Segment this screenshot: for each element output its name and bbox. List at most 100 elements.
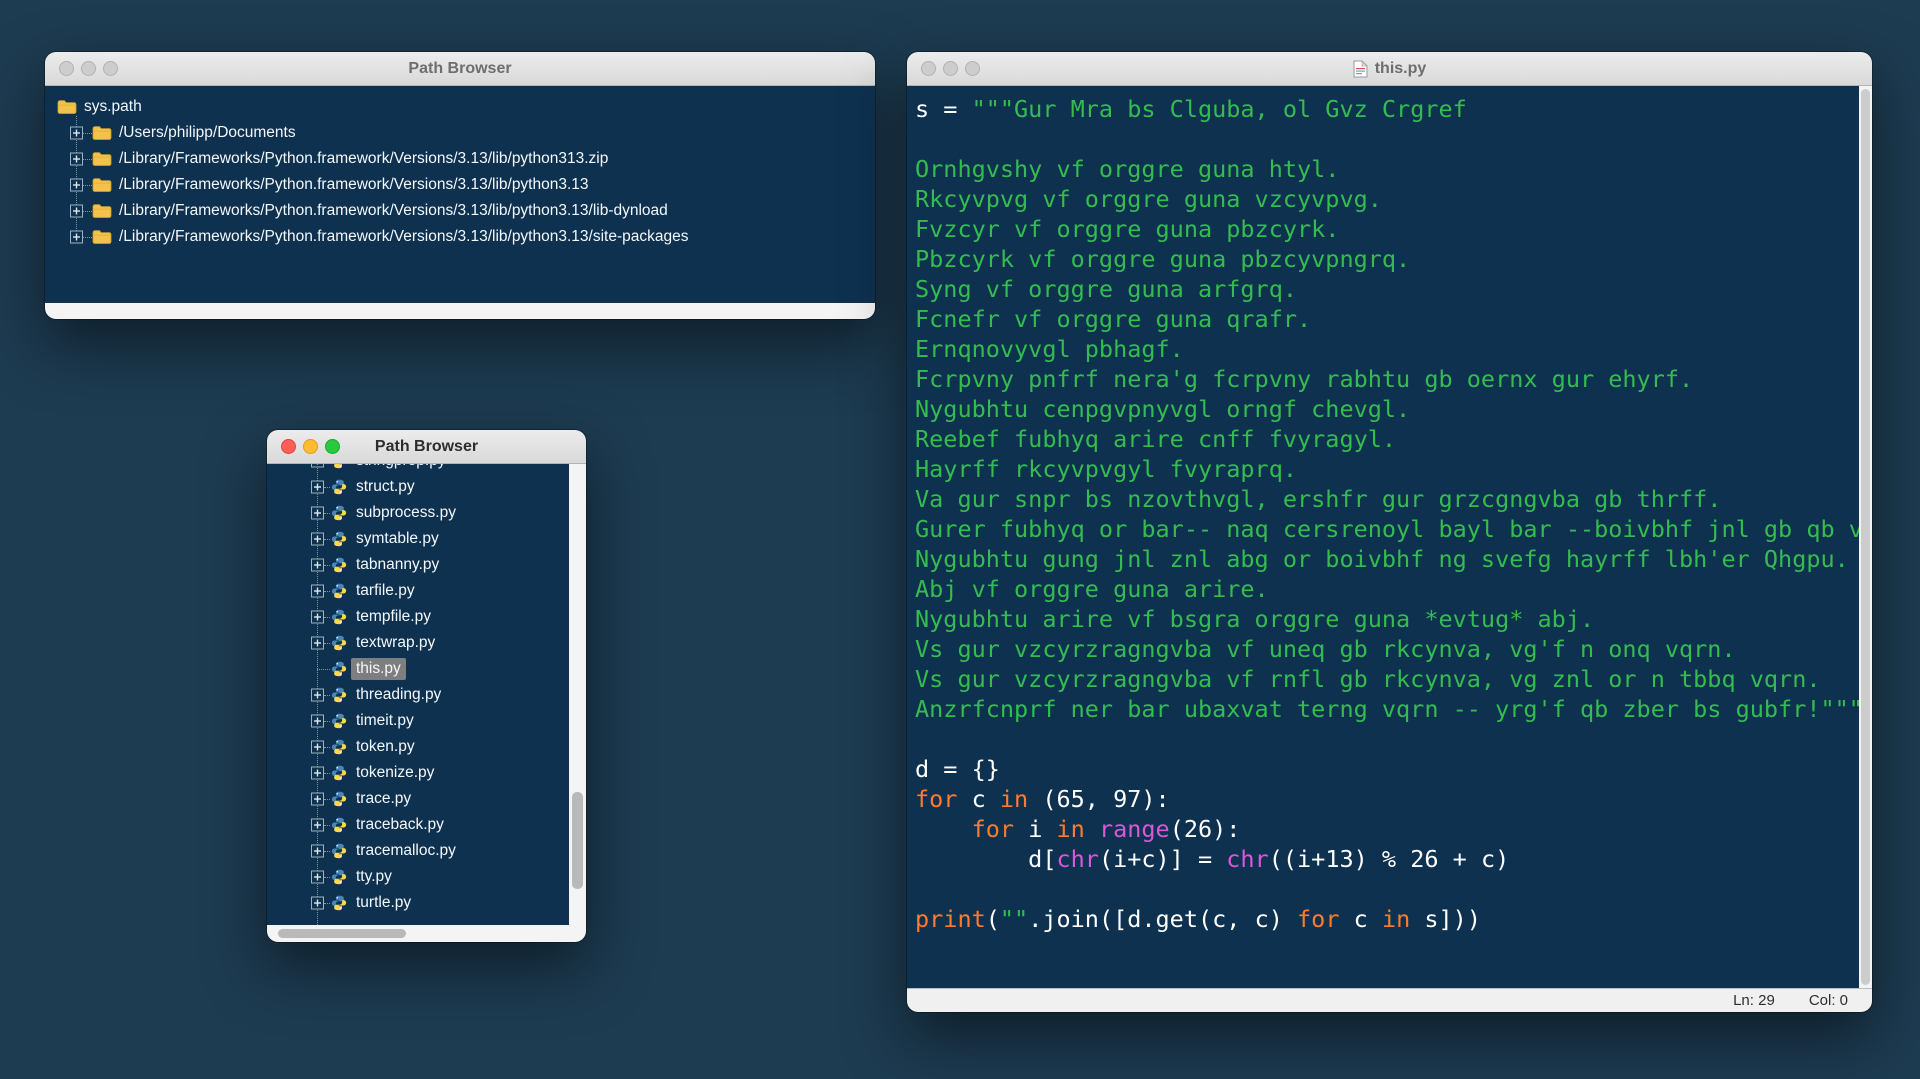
code-line[interactable]: Vs gur vzcyrzragngvba vf uneq gb rkcynva… (915, 634, 1859, 664)
tree-item[interactable]: this.py (267, 656, 569, 682)
code-editor[interactable]: s = """Gur Mra bs Clguba, ol Gvz Crgref O… (907, 86, 1859, 988)
code-line[interactable]: d[chr(i+c)] = chr((i+13) % 26 + c) (915, 844, 1859, 874)
tree-item[interactable]: turtle.py (267, 890, 569, 916)
close-button[interactable] (281, 439, 296, 454)
code-line[interactable]: Nygubhtu cenpgvpnyvgl orngf chevgl. (915, 394, 1859, 424)
code-line[interactable]: Syng vf orggre guna arfgrq. (915, 274, 1859, 304)
expand-box-icon[interactable] (311, 897, 324, 910)
tree-item[interactable]: threading.py (267, 682, 569, 708)
code-line[interactable]: Vs gur vzcyrzragngvba vf rnfl gb rkcynva… (915, 664, 1859, 694)
tree-item[interactable]: tarfile.py (267, 578, 569, 604)
python-file-icon (331, 843, 347, 859)
scrollbar-thumb[interactable] (278, 929, 406, 938)
close-button[interactable] (921, 61, 936, 76)
zoom-button[interactable] (103, 61, 118, 76)
expand-box-icon[interactable] (311, 559, 324, 572)
code-line[interactable] (915, 724, 1859, 754)
tree-item[interactable]: tokenize.py (267, 760, 569, 786)
titlebar[interactable]: Path Browser (267, 430, 586, 464)
code-line[interactable] (915, 874, 1859, 904)
expand-box-icon[interactable] (311, 464, 324, 468)
tree-item[interactable]: /Library/Frameworks/Python.framework/Ver… (45, 146, 875, 172)
titlebar[interactable]: this.py (907, 52, 1872, 86)
code-line[interactable]: Ornhgvshy vf orggre guna htyl. (915, 154, 1859, 184)
tree-item[interactable]: /Library/Frameworks/Python.framework/Ver… (45, 172, 875, 198)
tree-item[interactable]: /Users/philipp/Documents (45, 120, 875, 146)
code-line[interactable]: Fvzcyr vf orggre guna pbzcyrk. (915, 214, 1859, 244)
code-line[interactable]: Anzrfcnprf ner bar ubaxvat terng vqrn --… (915, 694, 1859, 724)
tree-item[interactable]: textwrap.py (267, 630, 569, 656)
tree-item[interactable]: symtable.py (267, 526, 569, 552)
minimize-button[interactable] (943, 61, 958, 76)
code-line[interactable]: d = {} (915, 754, 1859, 784)
expand-box-icon[interactable] (70, 127, 83, 140)
python-file-icon (331, 765, 347, 781)
tree-item[interactable]: traceback.py (267, 812, 569, 838)
tree-item[interactable]: struct.py (267, 474, 569, 500)
tree-connector (83, 185, 92, 186)
tree-item[interactable]: timeit.py (267, 708, 569, 734)
code-line[interactable]: Pbzcyrk vf orggre guna pbzcyvpngrq. (915, 244, 1859, 274)
expand-box-icon[interactable] (311, 611, 324, 624)
minimize-button[interactable] (81, 61, 96, 76)
expand-box-icon[interactable] (311, 793, 324, 806)
scrollbar-thumb[interactable] (1861, 89, 1870, 985)
code-line[interactable]: Ernqnovyvgl pbhagf. (915, 334, 1859, 364)
zoom-button[interactable] (965, 61, 980, 76)
scrollbar-thumb[interactable] (572, 792, 583, 889)
code-line[interactable]: for i in range(26): (915, 814, 1859, 844)
code-line[interactable]: print("".join([d.get(c, c) for c in s])) (915, 904, 1859, 934)
tree-item[interactable]: tempfile.py (267, 604, 569, 630)
code-line[interactable]: Fcnefr vf orggre guna qrafr. (915, 304, 1859, 334)
code-line[interactable]: Nygubhtu arire vf bsgra orggre guna *evt… (915, 604, 1859, 634)
code-line[interactable]: Nygubhtu gung jnl znl abg or boivbhf ng … (915, 544, 1859, 574)
close-button[interactable] (59, 61, 74, 76)
tree-item[interactable]: /Library/Frameworks/Python.framework/Ver… (45, 224, 875, 250)
expand-box-icon[interactable] (311, 819, 324, 832)
tree-item[interactable]: trace.py (267, 786, 569, 812)
titlebar[interactable]: Path Browser (45, 52, 875, 86)
window-content: s = """Gur Mra bs Clguba, ol Gvz Crgref O… (907, 86, 1872, 1012)
expand-box-icon[interactable] (311, 481, 324, 494)
code-line[interactable]: Reebef fubhyq arire cnff fvyragyl. (915, 424, 1859, 454)
expand-box-icon[interactable] (70, 179, 83, 192)
zoom-button[interactable] (325, 439, 340, 454)
tree-item[interactable]: tabnanny.py (267, 552, 569, 578)
horizontal-scrollbar[interactable] (267, 925, 586, 942)
vertical-scrollbar[interactable] (569, 464, 586, 925)
tree-item[interactable]: token.py (267, 734, 569, 760)
expand-box-icon[interactable] (311, 689, 324, 702)
expand-box-icon[interactable] (70, 205, 83, 218)
code-line[interactable]: Fcrpvny pnfrf nera'g fcrpvny rabhtu gb o… (915, 364, 1859, 394)
minimize-button[interactable] (303, 439, 318, 454)
tree-item[interactable]: subprocess.py (267, 500, 569, 526)
expand-box-icon[interactable] (311, 507, 324, 520)
expand-box-icon[interactable] (311, 637, 324, 650)
code-line[interactable]: Rkcyvpvg vf orggre guna vzcyvpvg. (915, 184, 1859, 214)
code-line[interactable]: for c in (65, 97): (915, 784, 1859, 814)
expand-box-icon[interactable] (311, 871, 324, 884)
code-line[interactable]: Abj vf orggre guna arire. (915, 574, 1859, 604)
horizontal-scrollbar[interactable] (45, 303, 875, 319)
expand-box-icon[interactable] (70, 153, 83, 166)
tree-item-label: trace.py (351, 788, 416, 810)
code-line[interactable]: Va gur snpr bs nzovthvgl, ershfr gur grz… (915, 484, 1859, 514)
tree-item[interactable]: stringprep.py (267, 464, 569, 474)
expand-box-icon[interactable] (311, 741, 324, 754)
vertical-scrollbar[interactable] (1859, 86, 1872, 988)
code-line[interactable]: Gurer fubhyq or bar-- naq cersrenoyl bay… (915, 514, 1859, 544)
expand-box-icon[interactable] (311, 533, 324, 546)
code-line[interactable]: Hayrff rkcyvpvgyl fvyraprq. (915, 454, 1859, 484)
expand-box-icon[interactable] (311, 585, 324, 598)
code-line[interactable] (915, 124, 1859, 154)
expand-box-icon[interactable] (311, 767, 324, 780)
folder-icon (92, 204, 112, 219)
tree-item[interactable]: /Library/Frameworks/Python.framework/Ver… (45, 198, 875, 224)
tree-item[interactable]: tty.py (267, 864, 569, 890)
tree-item[interactable]: tracemalloc.py (267, 838, 569, 864)
expand-box-icon[interactable] (311, 715, 324, 728)
code-line[interactable]: s = """Gur Mra bs Clguba, ol Gvz Crgref (915, 94, 1859, 124)
expand-box-icon[interactable] (311, 845, 324, 858)
expand-box-icon[interactable] (70, 231, 83, 244)
tree-item-root[interactable]: sys.path (45, 94, 875, 120)
